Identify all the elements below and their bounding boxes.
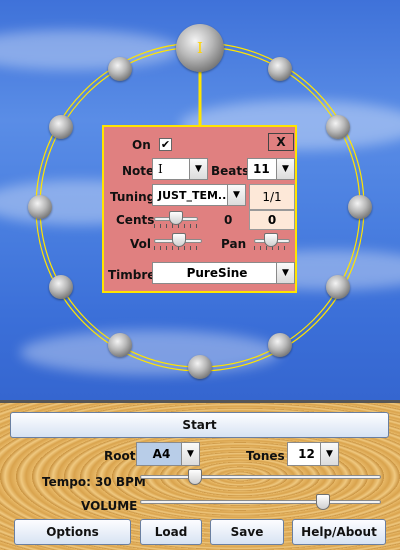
timbre-label: Timbre [108, 268, 156, 282]
tempo-slider[interactable] [138, 468, 383, 488]
tone-node[interactable] [49, 115, 73, 139]
tones-label: Tones [246, 449, 285, 463]
cents-label: Cents [116, 213, 155, 227]
save-button[interactable]: Save [210, 519, 284, 545]
tempo-label: Tempo: 30 BPM [42, 475, 146, 489]
tones-select[interactable]: 12 ▼ [287, 442, 339, 466]
help-about-button[interactable]: Help/About [292, 519, 386, 545]
root-note-label: I [197, 39, 203, 57]
ratio-value: 1/1 [262, 190, 282, 204]
tones-value: 12 [298, 447, 315, 461]
tone-settings-panel: On ✔ X Note I ▼ Beats 11 ▼ Tuning JUST_T… [102, 125, 297, 293]
tuning-select[interactable]: JUST_TEM... ▼ [152, 184, 246, 206]
tone-node[interactable] [28, 195, 52, 219]
start-button[interactable]: Start [10, 412, 389, 438]
tuning-label: Tuning [110, 190, 156, 204]
tone-node[interactable] [326, 115, 350, 139]
note-select[interactable]: I ▼ [152, 158, 208, 180]
vol-label: Vol [130, 237, 151, 251]
pan-slider[interactable] [252, 232, 292, 250]
chevron-down-icon: ▼ [189, 159, 207, 179]
tone-node[interactable] [348, 195, 372, 219]
chevron-down-icon: ▼ [227, 185, 245, 205]
on-label: On [132, 138, 151, 152]
tone-node[interactable] [108, 57, 132, 81]
tone-node[interactable] [108, 333, 132, 357]
options-button[interactable]: Options [14, 519, 131, 545]
root-label: Root [104, 449, 136, 463]
cents-slider[interactable] [152, 210, 200, 228]
tone-node[interactable] [268, 333, 292, 357]
chevron-down-icon: ▼ [181, 443, 199, 465]
volume-slider[interactable] [138, 493, 383, 513]
load-button[interactable]: Load [140, 519, 202, 545]
timbre-value: PureSine [186, 266, 248, 280]
root-select[interactable]: A4 ▼ [136, 442, 200, 466]
note-value: I [158, 162, 163, 176]
ratio-display: 1/1 [249, 184, 295, 210]
vol-slider[interactable] [152, 232, 204, 250]
tone-node[interactable] [268, 57, 292, 81]
chevron-down-icon: ▼ [276, 263, 294, 283]
root-value: A4 [152, 447, 171, 461]
control-panel: Start Root A4 ▼ Tones 12 ▼ Tempo: 30 BPM… [0, 400, 400, 550]
chevron-down-icon: ▼ [320, 443, 338, 465]
chevron-down-icon: ▼ [276, 159, 294, 179]
tone-node[interactable] [49, 275, 73, 299]
pan-value: 0 [267, 213, 277, 227]
pan-value-box: 0 [249, 210, 295, 230]
tone-node[interactable] [188, 355, 212, 379]
pan-label: Pan [221, 237, 247, 251]
beats-label: Beats [211, 164, 250, 178]
cents-value: 0 [224, 213, 233, 227]
note-label: Note [122, 164, 155, 178]
beats-value: 11 [253, 162, 270, 176]
beats-select[interactable]: 11 ▼ [247, 158, 295, 180]
timbre-select[interactable]: PureSine ▼ [152, 262, 295, 284]
on-checkbox[interactable]: ✔ [159, 138, 172, 151]
tone-node[interactable] [326, 275, 350, 299]
volume-label: VOLUME [81, 499, 138, 513]
tone-node-root[interactable]: I [176, 24, 224, 72]
tuning-value: JUST_TEM... [158, 188, 227, 202]
close-button[interactable]: X [268, 133, 294, 151]
tone-wheel-area: I On ✔ X Note I ▼ Beats 11 ▼ Tuning JUST… [0, 0, 400, 400]
